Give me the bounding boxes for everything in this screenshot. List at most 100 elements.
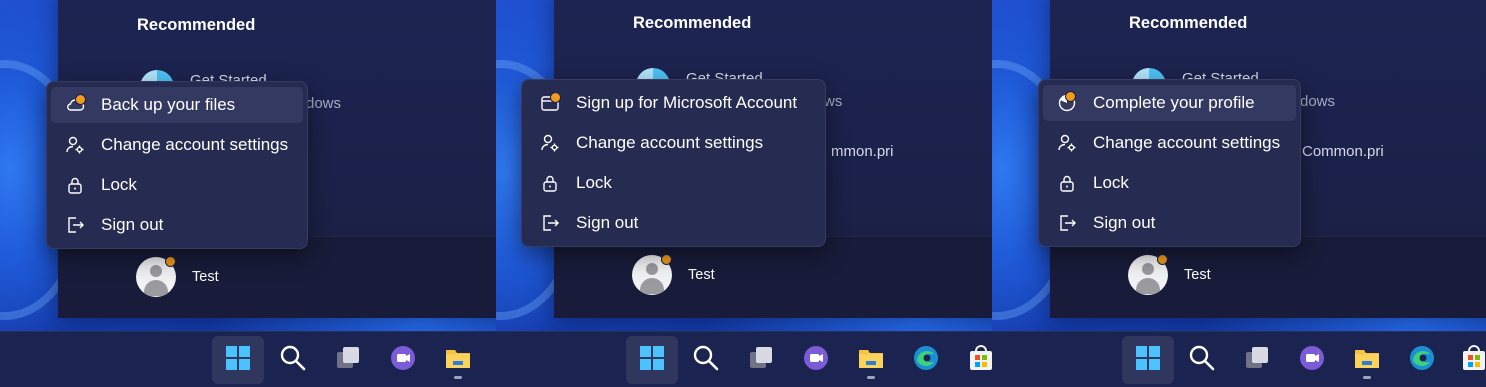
recommended-item-file[interactable]: mmon.pri [831,143,894,160]
store-icon [966,343,992,378]
task-view-icon [1242,343,1272,378]
menu-item-label: Back up your files [101,95,236,114]
user-account-button[interactable]: Test [632,254,792,299]
recommended-heading: Recommended [1129,14,1248,32]
running-indicator [867,376,875,379]
lock-icon [1057,173,1077,193]
chat-icon [388,343,418,378]
store-button[interactable] [1454,340,1486,380]
menu-item-sign-out[interactable]: Sign out [1043,205,1296,241]
task-view-button[interactable] [1237,340,1277,380]
file-explorer-button[interactable] [438,340,478,380]
recommended-heading: Recommended [633,14,752,32]
menu-item-change-account-settings[interactable]: Change account settings [51,127,303,163]
search-icon [278,343,308,378]
menu-item-lock[interactable]: Lock [51,167,303,203]
lock-icon [540,173,560,193]
taskbar [992,331,1486,387]
notification-badge [661,254,672,265]
screenshot-panel-3: Recommended Get Started dows Common.pri … [992,0,1486,387]
person-gear-icon [65,135,85,155]
edge-icon [911,343,941,378]
start-button[interactable] [212,336,264,384]
user-name: Test [688,267,715,283]
menu-item-label: Lock [576,173,612,192]
notification-badge [1157,254,1168,265]
recommended-heading: Recommended [137,16,256,34]
start-icon [1133,343,1163,378]
menu-item-change-account-settings[interactable]: Change account settings [526,125,821,161]
user-name: Test [1184,267,1211,283]
account-context-menu: Sign up for Microsoft Account Change acc… [521,79,826,247]
menu-item-label: Sign out [576,213,639,232]
running-indicator [454,376,462,379]
menu-item-label: Sign out [101,215,164,234]
file-explorer-icon [1352,343,1382,378]
task-view-icon [746,343,776,378]
edge-button[interactable] [906,340,946,380]
start-icon [637,343,667,378]
search-button[interactable] [1182,340,1222,380]
recommended-item-file[interactable]: Common.pri [1302,143,1384,160]
notification-badge [550,92,561,103]
edge-button[interactable] [1402,340,1442,380]
account-context-menu: Complete your profile Change account set… [1038,79,1301,247]
menu-item-label: Change account settings [1093,133,1281,152]
chat-button[interactable] [796,340,836,380]
start-button[interactable] [1122,336,1174,384]
file-explorer-button[interactable] [851,340,891,380]
task-view-button[interactable] [328,340,368,380]
user-account-button[interactable]: Test [136,256,296,301]
search-icon [1187,343,1217,378]
chat-icon [801,343,831,378]
user-name: Test [192,269,219,285]
menu-item-label: Complete your profile [1093,93,1255,112]
menu-item-sign-out[interactable]: Sign out [51,207,303,243]
menu-item-label: Change account settings [101,135,289,154]
file-explorer-button[interactable] [1347,340,1387,380]
user-account-button[interactable]: Test [1128,254,1288,299]
chat-button[interactable] [383,340,423,380]
start-button[interactable] [626,336,678,384]
person-gear-icon [1057,133,1077,153]
menu-item-label: Lock [101,175,137,194]
menu-item-label: Change account settings [576,133,764,152]
sign-out-icon [540,213,560,233]
menu-item-complete-profile[interactable]: Complete your profile [1043,85,1296,121]
store-icon [1459,343,1486,378]
notification-badge [165,256,176,267]
task-view-icon [333,343,363,378]
search-button[interactable] [686,340,726,380]
edge-icon [1407,343,1437,378]
start-icon [223,343,253,378]
search-icon [691,343,721,378]
account-context-menu: Back up your files Change account settin… [46,81,308,249]
running-indicator [1363,376,1371,379]
taskbar [496,331,992,387]
file-explorer-icon [856,343,886,378]
menu-item-lock[interactable]: Lock [526,165,821,201]
menu-item-label: Sign up for Microsoft Account [576,93,798,112]
menu-item-lock[interactable]: Lock [1043,165,1296,201]
recommended-item-sublabel: dows [1300,93,1336,110]
screenshot-panel-1: Recommended Get Started dows Test Back u… [0,0,496,387]
file-explorer-icon [443,343,473,378]
notification-badge [75,94,86,105]
menu-item-back-up-files[interactable]: Back up your files [51,87,303,123]
taskbar [0,331,496,387]
menu-item-change-account-settings[interactable]: Change account settings [1043,125,1296,161]
menu-item-label: Sign out [1093,213,1156,232]
menu-item-label: Lock [1093,173,1129,192]
search-button[interactable] [273,340,313,380]
notification-badge [1065,91,1076,102]
screenshot-panel-2: Recommended Get Started ws mmon.pri Test… [496,0,992,387]
lock-icon [65,175,85,195]
sign-out-icon [1057,213,1077,233]
menu-item-sign-up-microsoft-account[interactable]: Sign up for Microsoft Account [526,85,821,121]
sign-out-icon [65,215,85,235]
chat-icon [1297,343,1327,378]
menu-item-sign-out[interactable]: Sign out [526,205,821,241]
task-view-button[interactable] [741,340,781,380]
chat-button[interactable] [1292,340,1332,380]
store-button[interactable] [961,340,992,380]
